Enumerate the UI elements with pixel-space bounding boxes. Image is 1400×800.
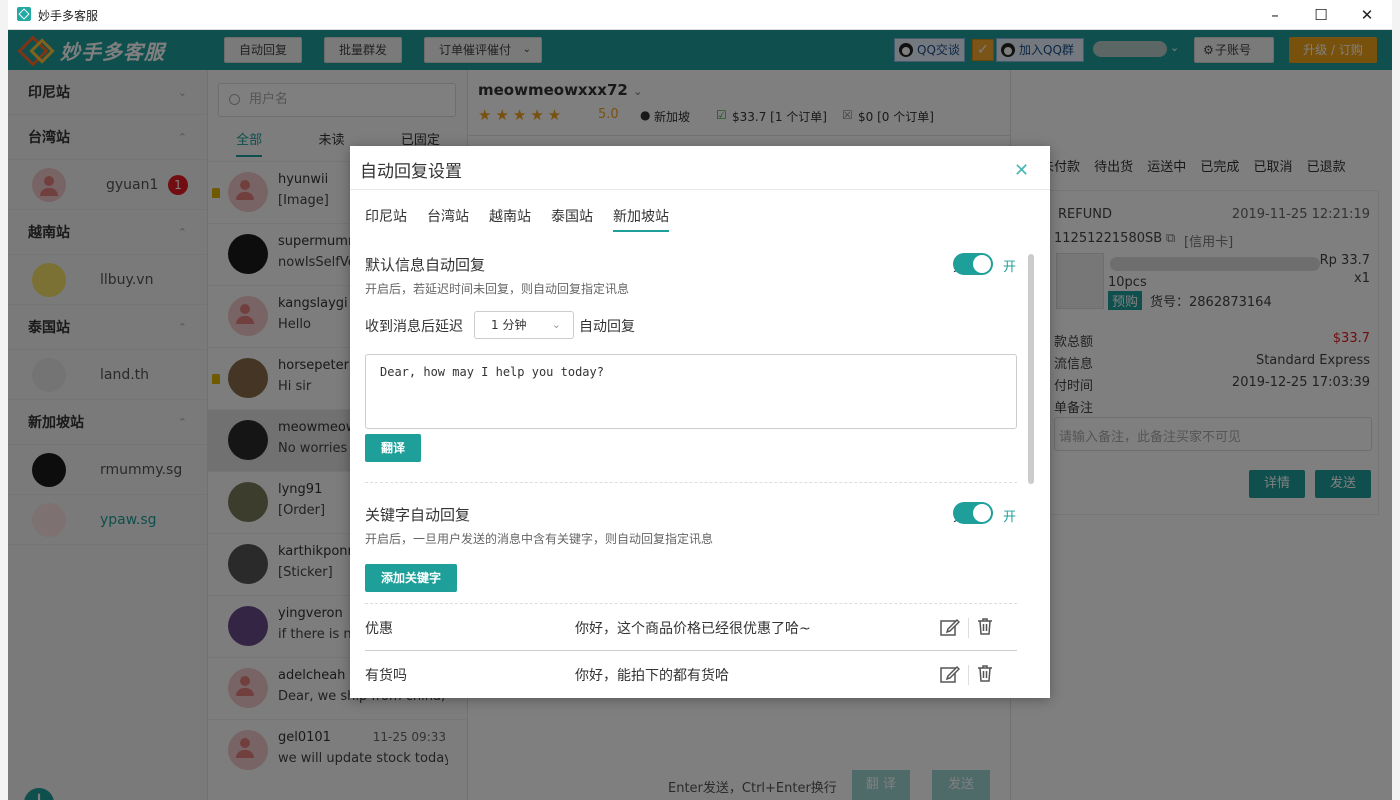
keyword-reply-desc: 开启后，一旦用户发送的消息中含有关键字，则自动回复指定讯息 xyxy=(365,532,714,546)
minimize-icon[interactable]: – xyxy=(1252,0,1298,30)
trash-icon[interactable] xyxy=(977,617,993,635)
section-divider xyxy=(365,482,1017,483)
keyword-reply-text: 你好，能拍下的都有货哈 xyxy=(575,668,729,684)
auto-reply-dialog: 自动回复设置 ✕ 印尼站 台湾站 越南站 泰国站 新加坡站 默认信息自动回复 开… xyxy=(350,146,1050,698)
keyword-row: 有货吗 你好，能拍下的都有货哈 xyxy=(365,651,1017,697)
app-icon xyxy=(17,7,31,21)
divider xyxy=(968,665,969,685)
trash-icon[interactable] xyxy=(977,664,993,682)
toggle-on-label: 开 xyxy=(1003,260,1017,275)
keyword-reply-text: 你好，这个商品价格已经很优惠了哈~ xyxy=(575,621,811,637)
default-reply-title: 默认信息自动回复 xyxy=(365,256,486,274)
tab-indonesia[interactable]: 印尼站 xyxy=(365,206,407,232)
tab-taiwan[interactable]: 台湾站 xyxy=(427,206,469,232)
delay-suffix: 自动回复 xyxy=(579,319,635,335)
add-keyword-button[interactable]: 添加关键字 xyxy=(365,564,457,592)
edit-icon[interactable] xyxy=(940,665,961,683)
scrollbar[interactable] xyxy=(1028,254,1034,484)
app-window: 妙手多客服 – ☐ ✕ 妙手多客服 自动回复 批量群发 订单催评催付⌄ QQ交谈… xyxy=(0,0,1400,800)
keyword-text: 有货吗 xyxy=(365,668,407,684)
maximize-icon[interactable]: ☐ xyxy=(1298,0,1344,30)
divider xyxy=(968,618,969,638)
tab-singapore[interactable]: 新加坡站 xyxy=(613,206,669,232)
keyword-text: 优惠 xyxy=(365,621,393,637)
site-tabs: 印尼站 台湾站 越南站 泰国站 新加坡站 xyxy=(365,206,689,232)
divider xyxy=(350,189,1050,190)
default-reply-toggle[interactable] xyxy=(953,253,993,275)
window-title: 妙手多客服 xyxy=(38,9,99,23)
close-window-icon[interactable]: ✕ xyxy=(1344,0,1390,30)
delay-prefix: 收到消息后延迟 xyxy=(365,319,463,335)
delay-value: 1 分钟 xyxy=(491,318,527,332)
chevron-down-icon: ⌄ xyxy=(551,318,561,331)
keyword-reply-toggle[interactable] xyxy=(953,502,993,524)
close-icon[interactable]: ✕ xyxy=(1014,162,1029,180)
translate-button[interactable]: 翻译 xyxy=(365,434,421,462)
desktop-background-left xyxy=(0,0,8,800)
delay-select[interactable]: 1 分钟 ⌄ xyxy=(474,311,574,339)
title-bar: 妙手多客服 – ☐ ✕ xyxy=(8,0,1392,30)
toggle-on-label: 开 xyxy=(1003,510,1017,525)
tab-thailand[interactable]: 泰国站 xyxy=(551,206,593,232)
dialog-title: 自动回复设置 xyxy=(360,162,462,182)
default-message-textarea[interactable]: Dear, how may I help you today? xyxy=(365,354,1017,429)
default-reply-desc: 开启后，若延迟时间未回复，则自动回复指定讯息 xyxy=(365,282,630,296)
keyword-row: 优惠 你好，这个商品价格已经很优惠了哈~ xyxy=(365,604,1017,650)
keyword-reply-title: 关键字自动回复 xyxy=(365,506,471,524)
desktop-background-right xyxy=(1392,0,1400,800)
edit-icon[interactable] xyxy=(940,618,961,636)
tab-vietnam[interactable]: 越南站 xyxy=(489,206,531,232)
